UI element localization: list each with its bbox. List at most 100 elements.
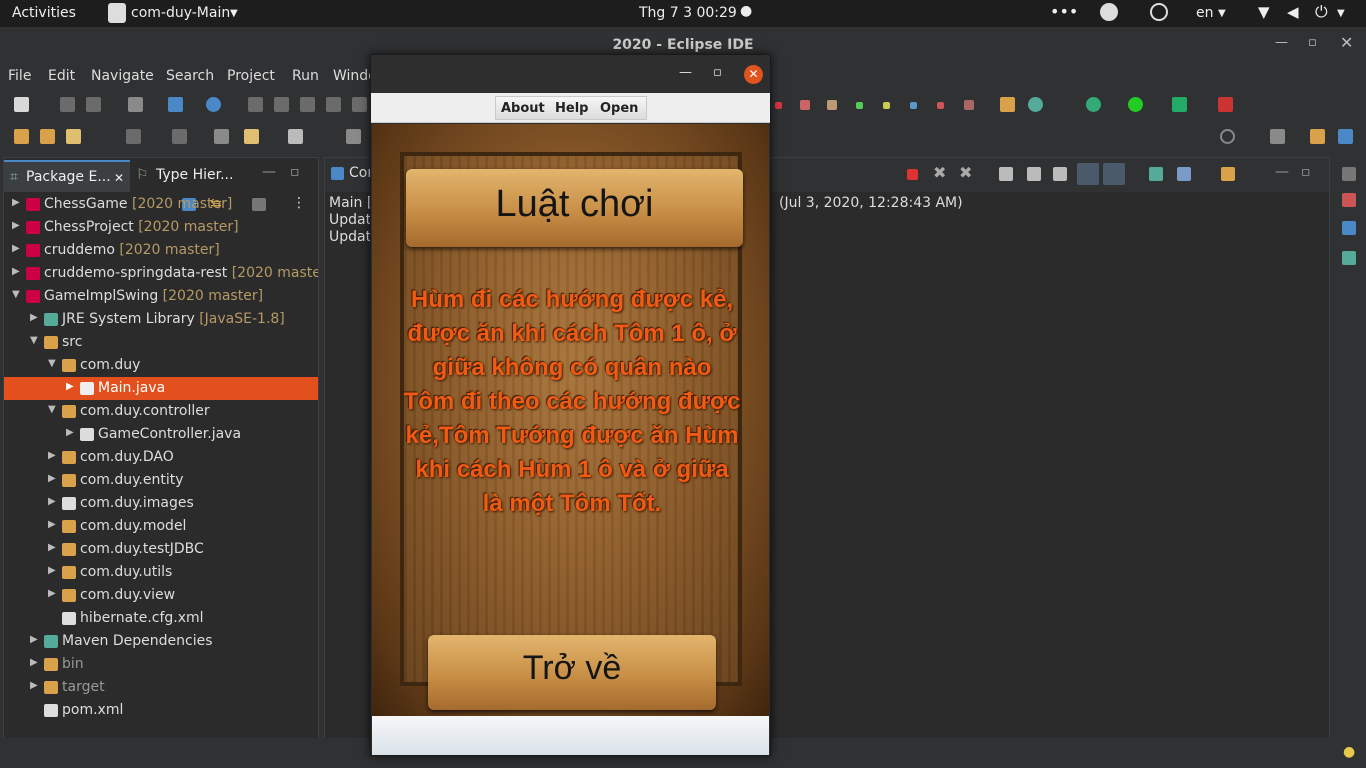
suspend-icon[interactable] [274, 97, 289, 112]
close-icon[interactable]: ✕ [1340, 33, 1353, 52]
coverage-icon[interactable] [1172, 97, 1187, 112]
tree-item[interactable]: ▶ ChessProject [2020 master] [4, 216, 318, 239]
run-icon[interactable] [1128, 97, 1143, 112]
highlight-icon[interactable] [66, 129, 81, 144]
tree-item[interactable]: ▶ JRE System Library [JavaSE-1.8] [4, 308, 318, 331]
menu-search[interactable]: Search [166, 68, 214, 84]
tree-item[interactable]: ▶ target [4, 676, 318, 699]
tree-item[interactable]: ▶ com.duy.model [4, 515, 318, 538]
tree-item[interactable]: ▶ com.duy.images [4, 492, 318, 515]
tree-item[interactable]: ▶ com.duy.view [4, 584, 318, 607]
tree-item[interactable]: ▶ com.duy.entity [4, 469, 318, 492]
clock[interactable]: Thg 7 3 00:29 [639, 5, 737, 21]
close-icon[interactable]: ✕ [744, 65, 763, 84]
language-indicator[interactable]: en [1196, 5, 1214, 21]
open-folder-icon[interactable] [40, 129, 55, 144]
power-icon[interactable]: ⏻ [1315, 2, 1328, 22]
close-icon[interactable]: ✕ [114, 171, 124, 185]
scroll-lock-icon[interactable] [1027, 167, 1041, 181]
open-console-icon[interactable] [1221, 167, 1235, 181]
pin-console-icon[interactable] [1149, 167, 1163, 181]
tab-type-hierarchy[interactable]: ⚐ Type Hier... [134, 160, 254, 192]
chevron-down-icon[interactable]: ▼ [1337, 8, 1345, 19]
tree-item[interactable]: ▶ com.duy.utils [4, 561, 318, 584]
tree-item[interactable]: ▶ Maven Dependencies [4, 630, 318, 653]
forward-icon[interactable] [288, 129, 303, 144]
activities-button[interactable]: Activities [12, 5, 76, 21]
minimize-icon[interactable]: — [1275, 164, 1289, 180]
remove-launch-icon[interactable]: ✖ [933, 163, 946, 182]
search-icon[interactable] [1220, 129, 1235, 144]
status-app-icon[interactable] [1100, 3, 1118, 21]
more-icon[interactable]: ••• [1050, 2, 1078, 21]
sync-icon[interactable] [1150, 3, 1168, 21]
tree-item[interactable]: ▼ com.duy [4, 354, 318, 377]
save-all-icon[interactable] [86, 97, 101, 112]
tree-item[interactable]: ▶ cruddemo-springdata-rest [2020 master] [4, 262, 318, 285]
tree-item-selected[interactable]: ▶ Main.java [4, 377, 318, 400]
minimize-icon[interactable]: — [1275, 35, 1288, 50]
tree-item[interactable]: ▼ com.duy.controller [4, 400, 318, 423]
menu-open[interactable]: Open [600, 101, 638, 116]
game-titlebar[interactable]: — ▫ ✕ [371, 55, 770, 93]
java-perspective-icon[interactable] [1338, 129, 1353, 144]
terminate-icon[interactable] [907, 169, 918, 180]
menu-help[interactable]: Help [555, 101, 588, 116]
word-wrap-icon[interactable] [1053, 167, 1067, 181]
tree-item[interactable]: pom.xml [4, 699, 318, 722]
tree-item[interactable]: ▶ cruddemo [2020 master] [4, 239, 318, 262]
maximize-icon[interactable]: ▫ [1301, 164, 1311, 180]
external-tools-icon[interactable] [1218, 97, 1233, 112]
menu-project[interactable]: Project [227, 68, 275, 84]
back-button[interactable]: Trở về [428, 635, 716, 710]
java-ee-perspective-icon[interactable] [1310, 129, 1325, 144]
debug-icon[interactable] [1086, 97, 1101, 112]
tree-item[interactable]: ▶ GameController.java [4, 423, 318, 446]
menu-navigate[interactable]: Navigate [91, 68, 154, 84]
chevron-down-icon[interactable]: ▼ [1218, 8, 1226, 19]
show-stdout-icon[interactable] [1077, 163, 1099, 185]
maximize-icon[interactable]: ▫ [290, 164, 300, 180]
save-icon[interactable] [60, 97, 75, 112]
tab-package-explorer[interactable]: ⌗ Package E... ✕ [4, 160, 130, 192]
menu-edit[interactable]: Edit [48, 68, 75, 84]
pin-icon[interactable] [346, 129, 361, 144]
skip-breakpoints-icon[interactable] [206, 97, 221, 112]
prev-annotation-icon[interactable] [172, 129, 187, 144]
step-into-icon[interactable] [352, 97, 367, 112]
tree-item[interactable]: ▼ src [4, 331, 318, 354]
maximize-icon[interactable]: ▫ [1308, 35, 1317, 50]
menu-file[interactable]: File [8, 68, 31, 84]
terminal-icon[interactable] [168, 97, 183, 112]
next-annotation-icon[interactable] [126, 129, 141, 144]
open-type-icon[interactable] [14, 129, 29, 144]
tree-item[interactable]: ▶ bin [4, 653, 318, 676]
tree-item[interactable]: ▶ com.duy.testJDBC [4, 538, 318, 561]
tree-item[interactable]: hibernate.cfg.xml [4, 607, 318, 630]
minimize-icon[interactable]: — [679, 65, 692, 80]
clear-console-icon[interactable] [999, 167, 1013, 181]
last-edit-icon[interactable] [214, 129, 229, 144]
outline-icon[interactable] [1342, 193, 1356, 207]
lightbulb-icon[interactable]: ● [1343, 744, 1355, 760]
volume-icon[interactable]: ◀ [1287, 3, 1299, 21]
new-package-icon[interactable] [1000, 97, 1015, 112]
chevron-down-icon[interactable]: ▼ [230, 8, 238, 19]
tree-item[interactable]: ▶ com.duy.DAO [4, 446, 318, 469]
minimize-icon[interactable]: — [262, 164, 276, 180]
back-icon[interactable] [244, 129, 259, 144]
app-menu-button[interactable]: com-duy-Main [131, 5, 230, 21]
refresh-icon[interactable] [1028, 97, 1043, 112]
show-stderr-icon[interactable] [1103, 163, 1125, 185]
task-list-icon[interactable] [1342, 221, 1356, 235]
maximize-icon[interactable]: ▫ [713, 65, 722, 80]
remove-all-icon[interactable]: ✖ [959, 163, 972, 182]
restore-icon[interactable] [1342, 167, 1356, 181]
new-icon[interactable] [14, 97, 29, 112]
display-console-icon[interactable] [1177, 167, 1191, 181]
tree-item[interactable]: ▶ ChessGame [2020 master] [4, 193, 318, 216]
resume-icon[interactable] [248, 97, 263, 112]
spring-icon[interactable] [1342, 251, 1356, 265]
menu-run[interactable]: Run [292, 68, 319, 84]
open-perspective-icon[interactable] [1270, 129, 1285, 144]
